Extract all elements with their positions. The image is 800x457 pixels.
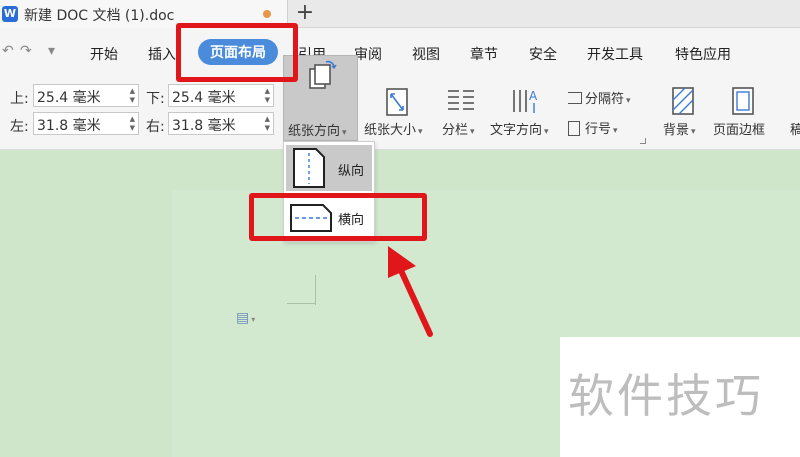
decrease-arrow-icon[interactable]: ▼: [265, 124, 270, 132]
document-title: 新建 DOC 文档 (1).doc: [24, 8, 175, 24]
tab-review[interactable]: 审阅: [354, 44, 382, 64]
page-orientation-icon: [309, 60, 337, 89]
chevron-down-icon: ▾: [470, 127, 475, 137]
chevron-down-icon: ▾: [613, 126, 618, 136]
tab-security[interactable]: 安全: [529, 44, 557, 64]
page-background-icon: [672, 87, 694, 115]
orientation-text: 纸张方向: [288, 124, 341, 139]
decrease-arrow-icon[interactable]: ▼: [130, 96, 135, 104]
orientation-label: 纸张方向 ▾: [288, 120, 347, 139]
columns-button[interactable]: 分栏 ▾: [440, 83, 484, 141]
left-margin-value: 31.8 毫米: [37, 118, 101, 134]
left-margin-input[interactable]: 31.8 毫米 ▲ ▼: [33, 112, 139, 135]
text-direction-label: 文字方向 ▾: [490, 119, 549, 138]
wps-writer-logo-icon: W: [2, 6, 18, 22]
title-bar: W 新建 DOC 文档 (1).doc +: [0, 0, 800, 28]
tab-home[interactable]: 开始: [90, 44, 118, 64]
unsaved-indicator-icon[interactable]: [263, 10, 271, 18]
menu-bar: ↶ ↷ ▾ 开始 插入 页面布局 引用 审阅 视图 章节 安全 开发工具 特色应…: [0, 28, 800, 76]
left-margin-label: 左:: [10, 119, 29, 135]
columns-text: 分栏: [442, 123, 469, 138]
redo-icon[interactable]: ↷: [20, 43, 32, 59]
increase-arrow-icon[interactable]: ▲: [265, 87, 270, 95]
quick-access-more-icon[interactable]: ▾: [48, 43, 55, 59]
watermark-text: 软件技巧: [568, 369, 764, 423]
decrease-arrow-icon[interactable]: ▼: [130, 124, 135, 132]
top-margin-label: 上:: [10, 91, 29, 107]
tab-developer-tools[interactable]: 开发工具: [587, 44, 643, 64]
text-direction-button[interactable]: A 文字方向 ▾: [490, 83, 562, 141]
page-border-button[interactable]: 页面边框: [710, 83, 774, 141]
chevron-down-icon: ▾: [544, 127, 549, 137]
top-margin-input[interactable]: 25.4 毫米 ▲ ▼: [33, 84, 139, 107]
right-margin-label: 右:: [146, 119, 165, 135]
paper-size-icon: [386, 88, 408, 116]
tab-view[interactable]: 视图: [412, 44, 440, 64]
tab-sections[interactable]: 章节: [470, 44, 498, 64]
right-margin-input[interactable]: 31.8 毫米 ▲ ▼: [168, 112, 274, 135]
top-margin-value: 25.4 毫米: [37, 90, 101, 106]
line-number-text: 行号: [585, 122, 612, 137]
highlight-page-layout-tab: [176, 23, 298, 82]
chevron-down-icon: ▾: [342, 128, 347, 138]
text-direction-icon: A: [513, 89, 538, 113]
separator-button[interactable]: 分隔符 ▾: [568, 88, 631, 107]
text-direction-text: 文字方向: [490, 123, 543, 138]
paper-size-label: 纸张大小 ▾: [364, 119, 423, 138]
tab-special-apps[interactable]: 特色应用: [675, 44, 731, 64]
red-arrow-icon: [388, 246, 433, 337]
decrease-arrow-icon[interactable]: ▼: [265, 96, 270, 104]
chevron-down-icon: ▾: [418, 127, 423, 137]
increase-arrow-icon[interactable]: ▲: [130, 115, 135, 123]
undo-icon[interactable]: ↶: [2, 43, 14, 59]
paper-size-text: 纸张大小: [364, 123, 417, 138]
cut-off-toolbar-item[interactable]: 稿: [790, 119, 800, 138]
columns-icon: [448, 90, 474, 110]
background-label: 背景 ▾: [663, 119, 696, 138]
increase-arrow-icon[interactable]: ▲: [265, 115, 270, 123]
portrait-label: 纵向: [338, 164, 365, 179]
separator-text: 分隔符: [585, 92, 625, 107]
line-number-button[interactable]: 行号 ▾: [568, 118, 618, 137]
page-border-label: 页面边框: [713, 123, 766, 138]
columns-label: 分栏 ▾: [442, 119, 475, 138]
margin-corner-mark: [313, 275, 316, 305]
paragraph-layout-icon[interactable]: ▤ ▾: [236, 310, 255, 326]
margin-corner-mark: [287, 303, 316, 304]
tab-insert[interactable]: 插入: [148, 44, 176, 64]
bottom-margin-label: 下:: [146, 91, 165, 107]
svg-text:A: A: [529, 89, 538, 103]
bottom-margin-input[interactable]: 25.4 毫米 ▲ ▼: [168, 84, 274, 107]
page-border-icon: [732, 87, 754, 115]
bottom-margin-value: 25.4 毫米: [172, 90, 236, 106]
chevron-down-icon: ▾: [251, 315, 256, 324]
right-margin-value: 31.8 毫米: [172, 118, 236, 134]
chevron-down-icon: ▾: [626, 96, 631, 106]
chevron-down-icon: ▾: [691, 127, 696, 137]
highlight-landscape-option: [249, 193, 427, 241]
increase-arrow-icon[interactable]: ▲: [130, 87, 135, 95]
background-button[interactable]: 背景 ▾: [660, 83, 706, 141]
portrait-page-icon: [293, 148, 325, 188]
separator-icon: [568, 92, 582, 104]
background-text: 背景: [663, 123, 690, 138]
orientation-portrait-option[interactable]: 纵向: [286, 145, 372, 191]
paper-size-button[interactable]: 纸张大小 ▾: [364, 83, 432, 141]
dialog-launcher-icon[interactable]: [640, 138, 646, 144]
line-number-icon: [568, 121, 580, 136]
